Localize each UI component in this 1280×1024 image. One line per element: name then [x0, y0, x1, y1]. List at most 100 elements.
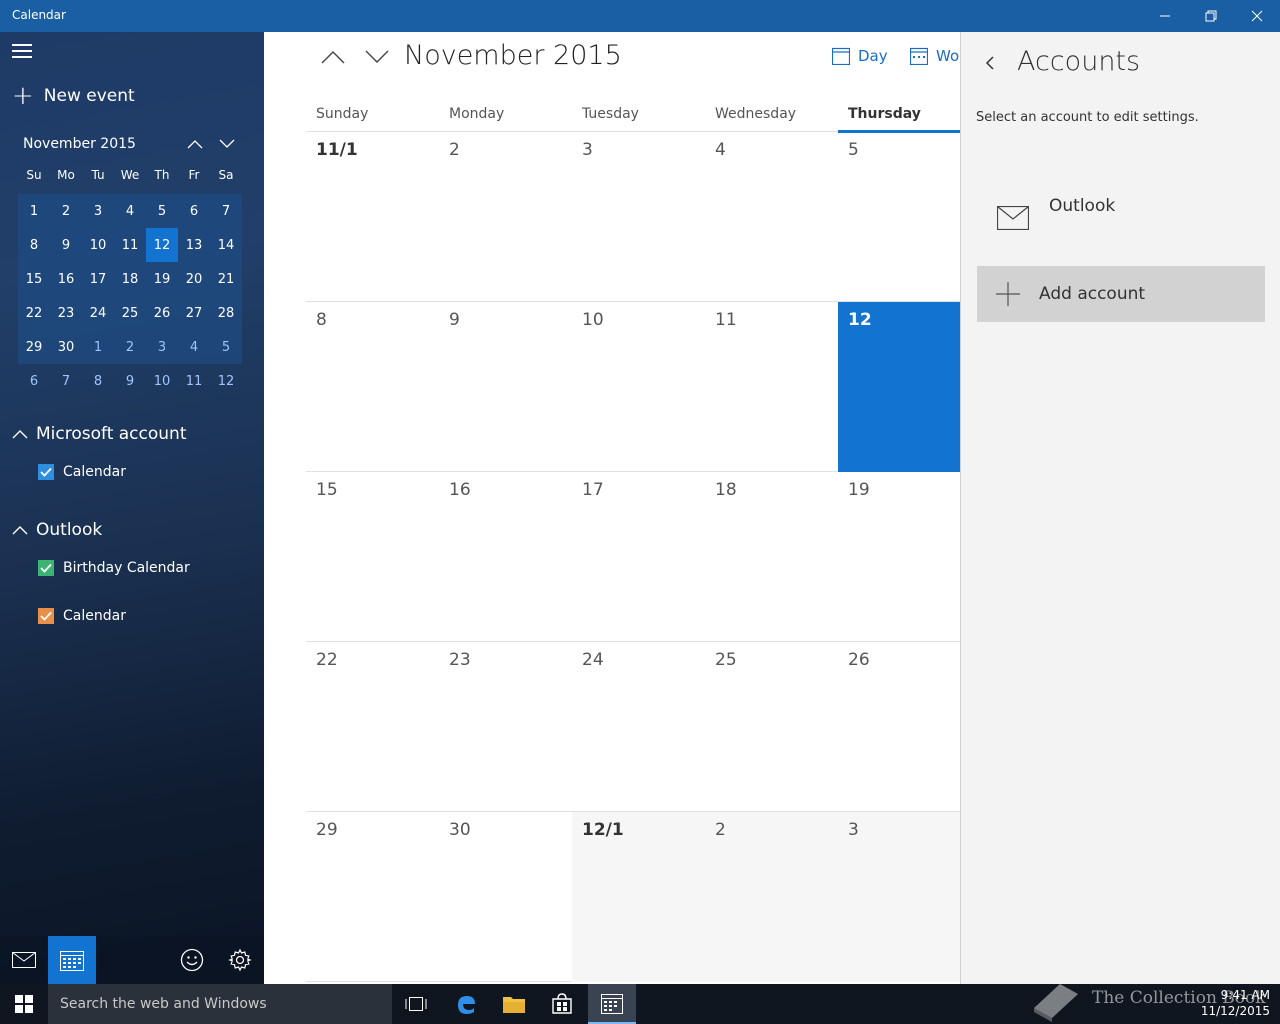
- day-cell[interactable]: 2: [439, 132, 572, 302]
- mini-calendar-day[interactable]: 1: [18, 194, 50, 228]
- work-week-view-button[interactable]: Wor: [910, 44, 960, 68]
- close-button[interactable]: [1234, 0, 1280, 32]
- day-cell[interactable]: 15: [306, 472, 439, 642]
- start-button[interactable]: [0, 984, 48, 1024]
- taskbar-search-input[interactable]: [48, 984, 392, 1024]
- day-cell[interactable]: 18: [705, 472, 838, 642]
- settings-button[interactable]: [216, 936, 264, 984]
- mini-calendar-day[interactable]: 18: [114, 262, 146, 296]
- mini-calendar-day[interactable]: 21: [210, 262, 242, 296]
- mini-calendar-day[interactable]: 23: [50, 296, 82, 330]
- calendar-app-button[interactable]: [48, 936, 96, 984]
- edge-browser-button[interactable]: [442, 984, 490, 1024]
- file-explorer-button[interactable]: [490, 984, 538, 1024]
- day-cell[interactable]: 10: [572, 302, 705, 472]
- mail-app-button[interactable]: [0, 936, 48, 984]
- mini-calendar-day[interactable]: 7: [210, 194, 242, 228]
- calendar-group-header[interactable]: Outlook: [12, 520, 102, 540]
- account-item-outlook[interactable]: Outlook: [977, 188, 1265, 248]
- checkbox-checked-icon[interactable]: [38, 560, 54, 576]
- mini-calendar-day[interactable]: 7: [50, 364, 82, 398]
- mini-calendar-day[interactable]: 25: [114, 296, 146, 330]
- next-month-button[interactable]: [362, 44, 392, 70]
- hamburger-menu-icon[interactable]: [12, 44, 34, 60]
- day-cell[interactable]: 9: [439, 302, 572, 472]
- mini-calendar-day[interactable]: 5: [146, 194, 178, 228]
- back-button[interactable]: [979, 52, 1001, 74]
- mini-calendar-day[interactable]: 2: [50, 194, 82, 228]
- mini-calendar-day[interactable]: 26: [146, 296, 178, 330]
- mini-calendar-day[interactable]: 24: [82, 296, 114, 330]
- checkbox-checked-icon[interactable]: [38, 608, 54, 624]
- day-cell[interactable]: 17: [572, 472, 705, 642]
- mini-calendar-day[interactable]: 3: [82, 194, 114, 228]
- checkbox-checked-icon[interactable]: [38, 464, 54, 480]
- mini-calendar-day[interactable]: 5: [210, 330, 242, 364]
- mini-calendar-day[interactable]: 27: [178, 296, 210, 330]
- add-account-button[interactable]: Add account: [977, 266, 1265, 322]
- day-cell[interactable]: 4: [705, 132, 838, 302]
- day-cell[interactable]: 24: [572, 642, 705, 812]
- mini-calendar-day[interactable]: 17: [82, 262, 114, 296]
- mini-calendar-day[interactable]: 12: [210, 364, 242, 398]
- mini-calendar-day[interactable]: 1: [82, 330, 114, 364]
- day-cell[interactable]: 19: [838, 472, 960, 642]
- mini-calendar-day[interactable]: 29: [18, 330, 50, 364]
- day-cell[interactable]: 22: [306, 642, 439, 812]
- mini-calendar-day[interactable]: 16: [50, 262, 82, 296]
- mini-calendar-day[interactable]: 11: [178, 364, 210, 398]
- mini-calendar-day[interactable]: 6: [178, 194, 210, 228]
- day-cell[interactable]: 29: [306, 812, 439, 982]
- mini-calendar-day[interactable]: 3: [146, 330, 178, 364]
- day-cell[interactable]: 25: [705, 642, 838, 812]
- mini-calendar-day[interactable]: 14: [210, 228, 242, 262]
- day-cell[interactable]: 3: [838, 812, 960, 982]
- mini-calendar-day[interactable]: 13: [178, 228, 210, 262]
- day-cell[interactable]: 11/1: [306, 132, 439, 302]
- mini-calendar-day[interactable]: 15: [18, 262, 50, 296]
- minimize-button[interactable]: [1142, 0, 1188, 32]
- day-cell[interactable]: 3: [572, 132, 705, 302]
- mini-calendar-day[interactable]: 28: [210, 296, 242, 330]
- mini-calendar-day[interactable]: 8: [18, 228, 50, 262]
- mini-calendar-day[interactable]: 4: [178, 330, 210, 364]
- mini-calendar-day[interactable]: 9: [50, 228, 82, 262]
- feedback-button[interactable]: [168, 936, 216, 984]
- mini-calendar-day[interactable]: 8: [82, 364, 114, 398]
- mini-calendar-day[interactable]: 4: [114, 194, 146, 228]
- day-cell[interactable]: 23: [439, 642, 572, 812]
- calendar-group-header[interactable]: Microsoft account: [12, 424, 187, 444]
- day-cell[interactable]: 30: [439, 812, 572, 982]
- new-event-button[interactable]: + New event: [12, 83, 135, 109]
- day-cell[interactable]: 26: [838, 642, 960, 812]
- day-cell[interactable]: 16: [439, 472, 572, 642]
- mini-calendar-prev-button[interactable]: [183, 132, 207, 156]
- taskbar-clock[interactable]: 9:41 AM 11/12/2015: [1201, 987, 1270, 1019]
- mini-calendar-day[interactable]: 9: [114, 364, 146, 398]
- calendar-taskbar-button[interactable]: [588, 984, 636, 1024]
- mini-calendar-day[interactable]: 30: [50, 330, 82, 364]
- mini-calendar-day[interactable]: 22: [18, 296, 50, 330]
- mini-calendar-day[interactable]: 20: [178, 262, 210, 296]
- store-button[interactable]: [538, 984, 586, 1024]
- calendar-toggle[interactable]: Calendar: [38, 608, 126, 624]
- task-view-button[interactable]: [392, 984, 440, 1024]
- day-cell[interactable]: 12: [838, 302, 960, 472]
- day-view-button[interactable]: Day: [832, 44, 888, 68]
- mini-calendar-day[interactable]: 11: [114, 228, 146, 262]
- day-cell[interactable]: 8: [306, 302, 439, 472]
- mini-calendar-day[interactable]: 10: [146, 364, 178, 398]
- previous-month-button[interactable]: [318, 44, 348, 70]
- mini-calendar-day[interactable]: 19: [146, 262, 178, 296]
- day-cell[interactable]: 2: [705, 812, 838, 982]
- calendar-toggle[interactable]: Calendar: [38, 464, 126, 480]
- mini-calendar-day[interactable]: 12: [146, 228, 178, 262]
- restore-button[interactable]: [1188, 0, 1234, 32]
- mini-calendar-day[interactable]: 2: [114, 330, 146, 364]
- calendar-toggle[interactable]: Birthday Calendar: [38, 560, 190, 576]
- mini-calendar-day[interactable]: 6: [18, 364, 50, 398]
- day-cell[interactable]: 12/1: [572, 812, 705, 982]
- day-cell[interactable]: 11: [705, 302, 838, 472]
- mini-calendar-next-button[interactable]: [215, 132, 239, 156]
- mini-calendar-day[interactable]: 10: [82, 228, 114, 262]
